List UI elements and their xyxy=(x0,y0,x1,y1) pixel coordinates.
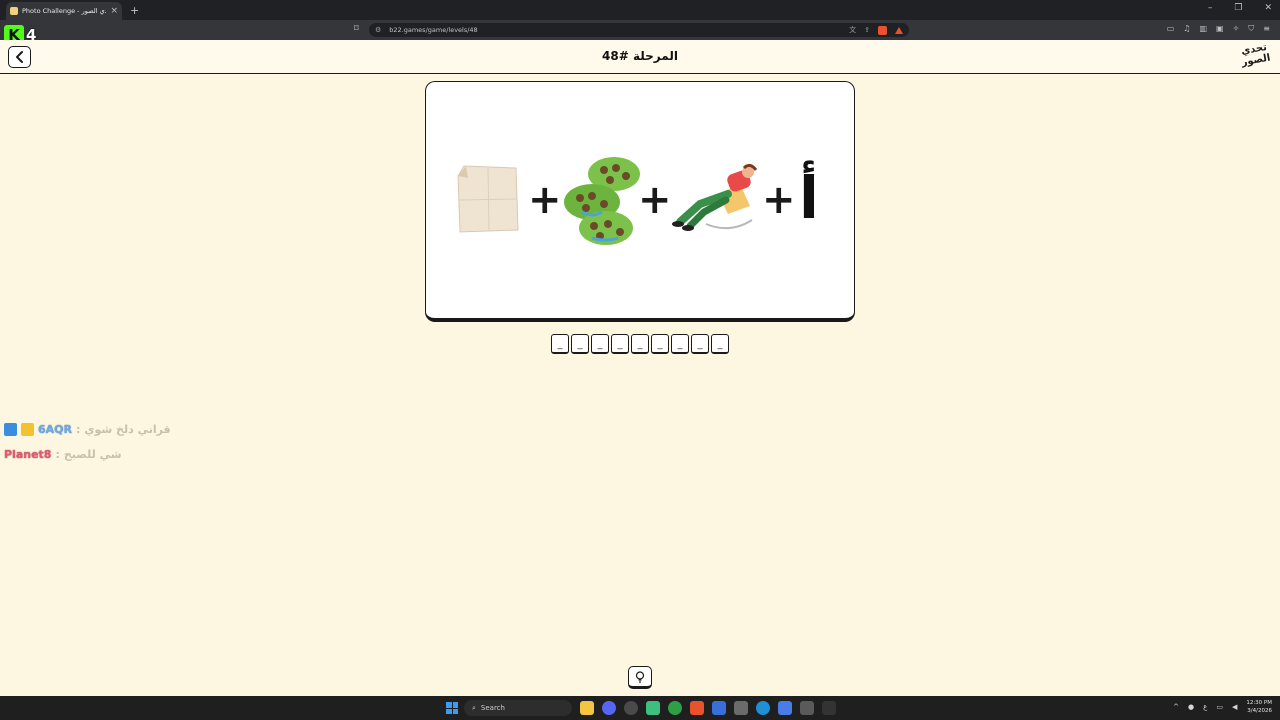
answer-slot[interactable]: _ xyxy=(551,334,569,354)
search-icon: ⌕ xyxy=(472,703,476,712)
game-header: المرحلة #48 تحدي الصور xyxy=(0,40,1280,74)
arabic-letter-alif-hamza: أ xyxy=(799,164,819,232)
wallet-icon[interactable]: ▣ xyxy=(1216,24,1224,34)
window-controls: – ❐ ✕ xyxy=(1208,3,1272,13)
file-explorer-icon[interactable] xyxy=(580,701,594,715)
restore-icon[interactable]: ❐ xyxy=(1234,3,1242,13)
crown-badge-icon xyxy=(21,423,34,436)
answer-slot[interactable]: _ xyxy=(631,334,649,354)
extension-icons: ▭ ♫ ▥ ▣ ✧ ⛉ ≡ xyxy=(1167,24,1270,34)
tools-icon[interactable] xyxy=(734,701,748,715)
volume-icon[interactable]: ◀ xyxy=(1232,703,1237,711)
display-icon[interactable]: ▭ xyxy=(1216,703,1223,711)
lightbulb-icon xyxy=(635,670,645,683)
chrome-icon[interactable] xyxy=(624,701,638,715)
chat-message: Planet8 : شي للصبح xyxy=(4,448,122,461)
browser-tab-bar: Photo Challenge - تحدي الصور × + – ❐ ✕ xyxy=(0,0,1280,20)
edge-icon[interactable] xyxy=(756,701,770,715)
kick-app-icon[interactable] xyxy=(646,701,660,715)
chat-text: قراني دلخ شوي xyxy=(84,423,171,436)
chevron-up-icon[interactable]: ^ xyxy=(1173,703,1179,711)
sidebar-icon[interactable]: ▭ xyxy=(1167,24,1175,34)
site-info-icon[interactable]: ⚙ xyxy=(375,26,381,34)
clock-time: 12:30 PM xyxy=(1246,700,1272,706)
translate-icon[interactable]: 文 xyxy=(849,25,856,35)
puzzle-card: + + + أ xyxy=(425,81,855,322)
plus-sign: + xyxy=(762,177,796,223)
badge-icon xyxy=(4,423,17,436)
windows-start-icon[interactable] xyxy=(446,702,458,714)
close-window-icon[interactable]: ✕ xyxy=(1264,3,1272,13)
answer-slot[interactable]: _ xyxy=(571,334,589,354)
plus-sign: + xyxy=(638,177,672,223)
share-icon[interactable]: ⇪ xyxy=(864,26,870,34)
answer-slot[interactable]: _ xyxy=(691,334,709,354)
browser-tab[interactable]: Photo Challenge - تحدي الصور × xyxy=(6,2,122,20)
security-icon[interactable] xyxy=(712,701,726,715)
menu-icon[interactable]: ≡ xyxy=(1263,24,1270,34)
brave-rewards-icon[interactable] xyxy=(895,26,903,34)
answer-slot[interactable]: _ xyxy=(611,334,629,354)
chat-username: Planet8 xyxy=(4,448,52,461)
plus-sign: + xyxy=(528,177,562,223)
site-logo[interactable]: تحدي الصور xyxy=(1238,42,1271,69)
chat-message: 6AQR : قراني دلخ شوي xyxy=(4,423,171,436)
minimize-icon[interactable]: – xyxy=(1208,3,1213,13)
tab-title: Photo Challenge - تحدي الصور xyxy=(22,7,106,15)
roblox-icon[interactable] xyxy=(778,701,792,715)
tab-close-icon[interactable]: × xyxy=(110,6,118,16)
system-tray: ^ ● ع ▭ ◀ 12:30 PM 3/4/2026 xyxy=(1173,699,1272,715)
bookmark-icon[interactable]: ⌑ xyxy=(354,24,359,34)
reading-list-icon[interactable]: ▥ xyxy=(1199,24,1207,34)
xbox-icon[interactable] xyxy=(668,701,682,715)
hint-button[interactable] xyxy=(628,666,652,689)
taskbar-search-label: Search xyxy=(480,704,505,712)
address-bar[interactable]: ⚙ b22.games/game/levels/48 文 ⇪ xyxy=(369,23,909,37)
monitor-icon[interactable] xyxy=(800,701,814,715)
new-tab-button[interactable]: + xyxy=(130,4,139,17)
taskbar-search[interactable]: ⌕ Search xyxy=(464,700,572,716)
discord-icon[interactable] xyxy=(602,701,616,715)
url-text[interactable]: b22.games/game/levels/48 xyxy=(389,26,841,34)
chat-separator: : xyxy=(55,448,60,461)
taskbar-apps xyxy=(580,701,836,715)
leo-icon[interactable]: ✧ xyxy=(1233,24,1240,34)
clock-date: 3/4/2026 xyxy=(1247,708,1272,714)
chat-separator: : xyxy=(76,423,81,436)
system-clock[interactable]: 12:30 PM 3/4/2026 xyxy=(1246,699,1272,715)
man-relaxing-on-rocking-chair-image xyxy=(672,164,758,231)
answer-slot[interactable]: _ xyxy=(651,334,669,354)
brave-browser-icon[interactable] xyxy=(690,701,704,715)
tab-favicon-icon xyxy=(10,7,18,15)
terminal-icon[interactable] xyxy=(822,701,836,715)
answer-slot[interactable]: _ xyxy=(591,334,609,354)
brave-shield-icon[interactable] xyxy=(878,25,887,35)
chat-username: 6AQR xyxy=(38,423,72,436)
music-icon[interactable]: ♫ xyxy=(1183,24,1190,34)
vpn-icon[interactable]: ⛉ xyxy=(1248,24,1254,34)
language-icon[interactable]: ع xyxy=(1203,703,1207,711)
answer-slots: _ _ _ _ _ _ _ _ _ xyxy=(551,334,729,354)
microphone-icon[interactable]: ● xyxy=(1188,703,1194,711)
paper-sheet-image xyxy=(457,165,519,233)
chat-text: شي للصبح xyxy=(63,448,122,461)
level-title: المرحلة #48 xyxy=(602,49,678,63)
answer-slot[interactable]: _ xyxy=(671,334,689,354)
green-fields-image xyxy=(564,157,640,245)
answer-slot[interactable]: _ xyxy=(711,334,729,354)
